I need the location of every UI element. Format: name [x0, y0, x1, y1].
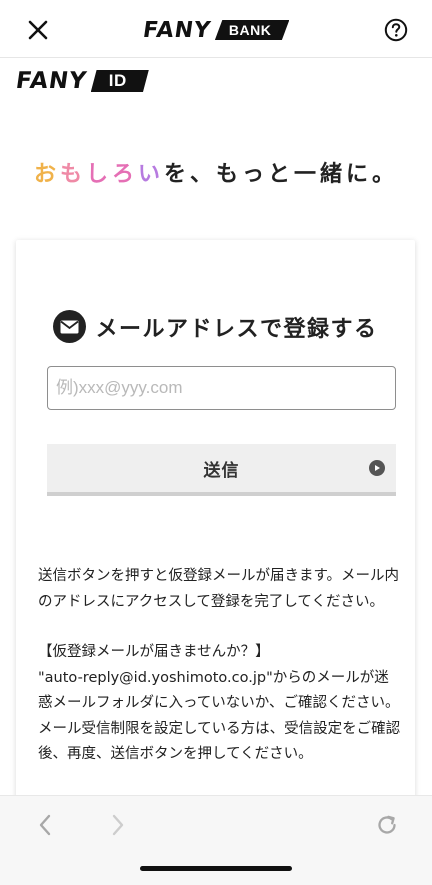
mail-icon	[53, 310, 87, 343]
web-content: FANY ID おもしろいを、もっと一緒に。 メールアドレスで登録する 送信	[0, 58, 432, 795]
send-button-label: 送信	[203, 460, 240, 481]
instruction-heading: 【仮登録メールが届きませんか？】	[38, 644, 270, 660]
fany-bank-logo: FANY BANK	[141, 17, 289, 43]
instruction-paragraph: "auto-reply@id.yoshimoto.co.jp"からのメールが迷惑…	[38, 669, 400, 712]
send-button[interactable]: 送信	[47, 444, 396, 496]
tagline-part: い	[138, 162, 165, 187]
instruction-paragraph: メール受信制限を設定している方は、受信設定をご確認後、再度、送信ボタンを押してく…	[38, 720, 401, 763]
tagline-part: しろ	[85, 162, 138, 187]
home-indicator	[140, 866, 292, 871]
reload-button[interactable]	[372, 810, 402, 840]
forward-button[interactable]	[103, 810, 133, 840]
close-icon	[28, 20, 48, 40]
logo-tag: BANK	[215, 20, 289, 40]
tagline-part: お	[33, 162, 60, 187]
logo-tag-text: ID	[108, 71, 127, 90]
card-header: メールアドレスで登録する	[16, 310, 415, 343]
logo-tag-text: BANK	[228, 22, 272, 38]
tagline-part: を、もっと一緒に。	[164, 162, 399, 187]
logo-word: FANY	[141, 17, 213, 43]
browser-toolbar	[0, 795, 432, 885]
logo-word: FANY	[14, 68, 89, 94]
logo-tag: ID	[91, 70, 149, 92]
top-navigation-bar: FANY BANK	[0, 0, 432, 58]
tagline-part: も	[59, 162, 86, 187]
app-screen: FANY BANK FANY ID おもしろいを、もっと一緒に。 メールアドレス…	[0, 0, 432, 885]
play-circle-icon	[369, 460, 385, 476]
email-input[interactable]	[47, 366, 396, 410]
chevron-left-icon	[39, 814, 51, 836]
chevron-right-icon	[112, 814, 124, 836]
help-button[interactable]	[384, 18, 408, 42]
close-button[interactable]	[22, 14, 54, 46]
tagline: おもしろいを、もっと一緒に。	[0, 156, 432, 188]
instruction-paragraph: 送信ボタンを押すと仮登録メールが届きます。メール内のアドレスにアクセスして登録を…	[38, 568, 400, 610]
back-button[interactable]	[30, 810, 60, 840]
card-title: メールアドレスで登録する	[95, 316, 378, 342]
fany-id-logo: FANY ID	[14, 68, 149, 94]
reload-icon	[378, 815, 396, 834]
help-icon	[384, 18, 408, 42]
instructions-text: 送信ボタンを押すと仮登録メールが届きます。メール内のアドレスにアクセスして登録を…	[38, 564, 402, 768]
register-card: メールアドレスで登録する 送信 送信ボタンを押すと仮登録メールが届きます。メール…	[16, 240, 415, 795]
